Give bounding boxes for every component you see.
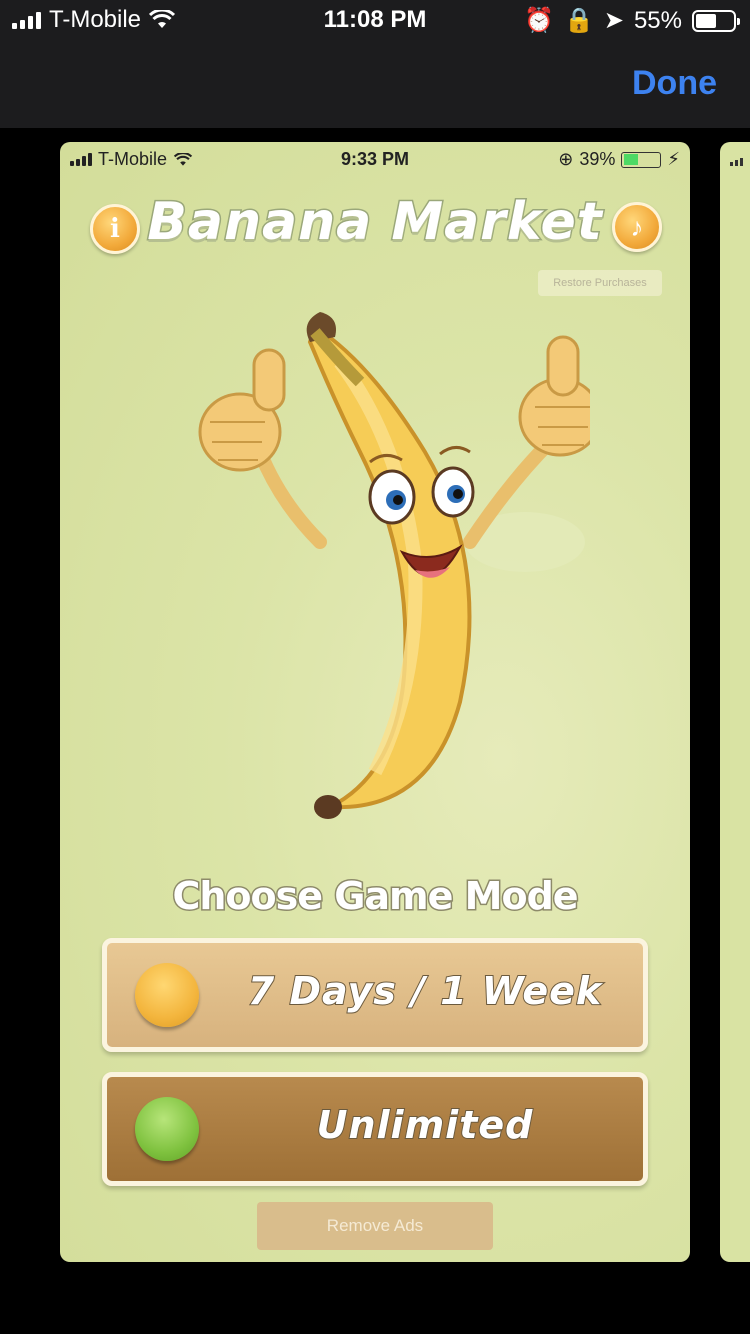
- preview-battery-icon: [621, 151, 662, 168]
- location-icon: ➤: [603, 7, 624, 34]
- mode-label: Unlimited: [316, 1102, 534, 1148]
- mode-unlimited-button[interactable]: Unlimited: [102, 1072, 648, 1186]
- preview-status-bar: T-Mobile 9:33 PM ⊕ 39% ⚡: [60, 142, 690, 176]
- left-thumb-icon: [198, 348, 286, 472]
- status-icons: ⏰ 🔒 ➤ 55%: [524, 6, 740, 35]
- preview-status-icons: ⊕ 39% ⚡: [558, 149, 680, 170]
- screenshot-preview[interactable]: T-Mobile 9:33 PM ⊕ 39% ⚡ i Banana Market…: [60, 142, 690, 1262]
- battery-percent-label: 55%: [633, 6, 682, 34]
- green-dot-icon: [135, 1097, 199, 1161]
- next-screenshot-preview[interactable]: [720, 142, 750, 1262]
- alarm-icon: ⏰: [524, 7, 554, 34]
- preview-rotation-lock-icon: ⊕: [558, 149, 574, 169]
- system-status-bar: T-Mobile 11:08 PM ⏰ 🔒 ➤ 55%: [0, 0, 750, 40]
- done-button[interactable]: Done: [632, 64, 717, 103]
- restore-purchases-button[interactable]: Restore Purchases: [538, 270, 662, 296]
- choose-game-mode-heading: Choose Game Mode: [171, 873, 580, 920]
- nav-bar: Done: [0, 40, 750, 128]
- battery-icon: [692, 9, 740, 32]
- right-thumb-icon: [518, 335, 590, 457]
- mode-7-days-button[interactable]: 7 Days / 1 Week: [102, 938, 648, 1052]
- rotation-lock-icon: 🔒: [563, 7, 594, 34]
- yellow-dot-icon: [135, 963, 199, 1027]
- banana-mascot-illustration: [198, 312, 590, 819]
- mode-label: 7 Days / 1 Week: [247, 968, 603, 1014]
- game-title: Banana Market: [146, 191, 603, 254]
- charging-bolt-icon: ⚡: [667, 149, 680, 169]
- music-button[interactable]: ♪: [612, 202, 662, 252]
- preview-battery-percent-label: 39%: [579, 149, 616, 169]
- peek-signal-icon: [730, 156, 743, 166]
- remove-ads-button[interactable]: Remove Ads: [257, 1202, 493, 1250]
